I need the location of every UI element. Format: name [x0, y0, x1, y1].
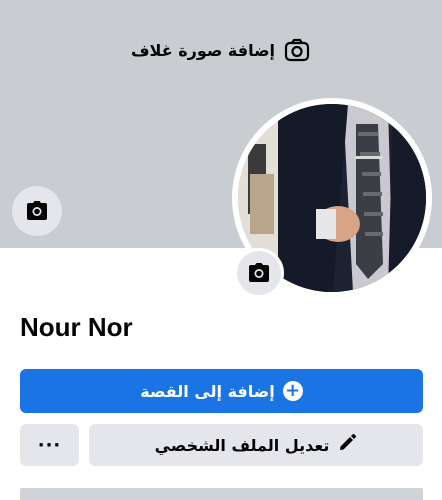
profile-name: Nour Nor [20, 312, 133, 342]
edit-profile-picture-button[interactable] [234, 248, 284, 298]
edit-profile-button[interactable]: تعديل الملف الشخصي [89, 424, 423, 466]
camera-icon [283, 36, 311, 64]
add-cover-photo-button[interactable]: إضافة صورة غلاف [0, 36, 442, 64]
add-to-story-label: إضافة إلى القصة [140, 381, 275, 401]
add-cover-photo-label: إضافة صورة غلاف [130, 40, 276, 60]
add-to-story-button[interactable]: + إضافة إلى القصة [20, 369, 423, 413]
pencil-icon [337, 433, 357, 457]
camera-icon [249, 263, 269, 282]
plus-circle-icon: + [282, 381, 303, 401]
edit-profile-label: تعديل الملف الشخصي [154, 435, 330, 455]
more-options-button[interactable]: ··· [20, 424, 79, 466]
camera-icon [27, 201, 47, 220]
more-options-label: ··· [37, 434, 62, 456]
section-divider [20, 488, 423, 500]
edit-cover-photo-button[interactable] [12, 186, 62, 236]
